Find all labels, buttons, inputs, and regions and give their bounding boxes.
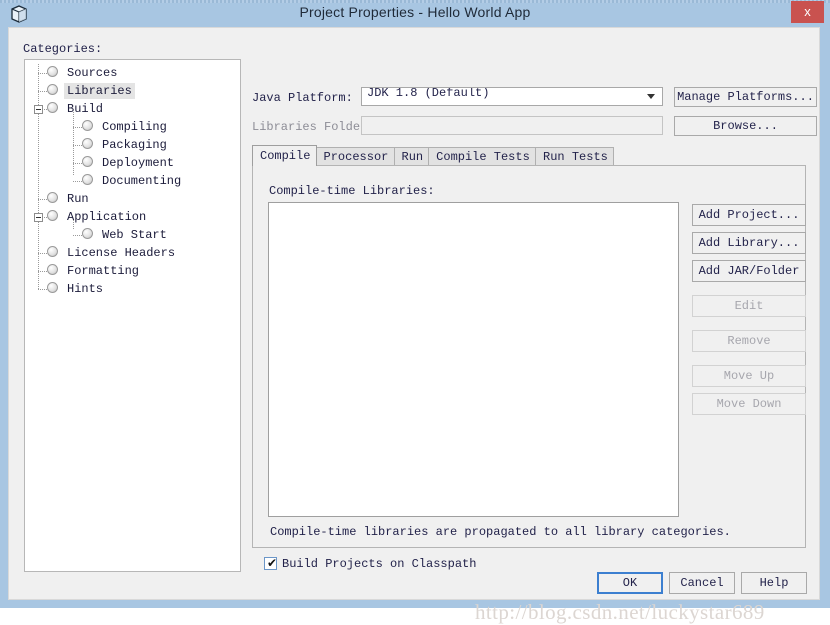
add-project-button[interactable]: Add Project... <box>692 204 806 226</box>
tree-item-label: Build <box>67 102 104 116</box>
tab-label: Run Tests <box>543 150 608 164</box>
tree-item-license-headers[interactable]: License Headers <box>47 244 178 262</box>
compile-time-libraries-label: Compile-time Libraries: <box>269 184 435 198</box>
java-platform-select[interactable]: JDK 1.8 (Default) <box>361 87 663 106</box>
tab-label: Run <box>401 150 424 164</box>
tree-item-label: Run <box>67 192 89 206</box>
ok-button[interactable]: OK <box>597 572 663 594</box>
checkbox-box: ✔ <box>264 556 278 570</box>
tab-strip: Compile Processor Run Compile Tests Run Test… <box>252 145 806 166</box>
add-jar-folder-button[interactable]: Add JAR/Folder <box>692 260 806 282</box>
tree-connector <box>73 181 82 182</box>
java-platform-value: JDK 1.8 (Default) <box>367 87 490 100</box>
tree-item-label: Compiling <box>102 120 167 134</box>
java-platform-label: Java Platform: <box>252 91 353 105</box>
tree-node-icon <box>82 120 93 132</box>
tab-run-tests[interactable]: Run Tests <box>535 147 614 165</box>
tree-item-label: Sources <box>67 66 118 80</box>
tree-expander-collapse-icon[interactable] <box>34 105 43 114</box>
dialog-client-area: Categories: Sources Libraries Build Compili… <box>8 27 820 624</box>
tree-item-packaging[interactable]: Packaging <box>82 136 170 154</box>
compile-time-libraries-list[interactable] <box>268 202 679 517</box>
tree-item-label: Packaging <box>102 138 167 152</box>
tree-expander-collapse-icon[interactable] <box>34 213 43 222</box>
cancel-button[interactable]: Cancel <box>669 572 735 594</box>
tree-connector <box>73 145 82 146</box>
tree-node-icon <box>82 138 93 150</box>
tree-item-compiling[interactable]: Compiling <box>82 118 170 136</box>
tree-item-run[interactable]: Run <box>47 190 92 208</box>
tree-item-deployment[interactable]: Deployment <box>82 154 177 172</box>
tree-node-icon <box>82 228 93 240</box>
window-title: Project Properties - Hello World App <box>299 4 531 20</box>
tree-connector <box>38 289 47 290</box>
tab-label: Compile <box>260 149 311 163</box>
tree-node-icon <box>47 282 58 294</box>
tree-node-icon <box>47 210 58 222</box>
tab-label: Compile Tests <box>436 150 530 164</box>
tree-branch-line <box>73 112 74 176</box>
tree-item-sources[interactable]: Sources <box>47 64 120 82</box>
libraries-folder-label: Libraries Folder: <box>252 120 375 134</box>
check-icon: ✔ <box>267 556 278 570</box>
categories-tree[interactable]: Sources Libraries Build Compiling Packaging D… <box>24 59 241 572</box>
tree-node-icon <box>47 102 58 114</box>
tree-item-label: Libraries <box>64 83 135 99</box>
tree-node-icon <box>47 264 58 276</box>
close-icon[interactable]: x <box>791 1 824 23</box>
tree-item-build[interactable]: Build <box>47 100 106 118</box>
libraries-folder-input[interactable] <box>361 116 663 135</box>
tree-node-icon <box>82 174 93 186</box>
title-bar-texture <box>0 0 830 3</box>
tab-compile-tests[interactable]: Compile Tests <box>428 147 537 165</box>
tree-node-icon <box>47 66 58 78</box>
tree-item-application[interactable]: Application <box>47 208 149 226</box>
tree-connector <box>73 127 82 128</box>
browse-button[interactable]: Browse... <box>674 116 817 136</box>
chevron-down-icon <box>647 94 655 99</box>
tree-connector <box>73 235 82 236</box>
tree-item-hints[interactable]: Hints <box>47 280 106 298</box>
tab-label: Processor <box>323 150 389 164</box>
tab-processor[interactable]: Processor <box>315 147 395 165</box>
manage-platforms-button[interactable]: Manage Platforms... <box>674 87 817 107</box>
add-library-button[interactable]: Add Library... <box>692 232 806 254</box>
tree-item-label: Deployment <box>102 156 175 170</box>
propagation-note: Compile-time libraries are propagated to… <box>270 525 731 539</box>
checkbox-label: Build Projects on Classpath <box>282 557 477 571</box>
tree-node-icon <box>47 84 58 96</box>
tree-connector <box>38 199 47 200</box>
tree-connector <box>38 271 47 272</box>
tree-node-icon <box>47 192 58 204</box>
tab-run[interactable]: Run <box>393 147 430 165</box>
tree-connector <box>73 163 82 164</box>
tree-item-label: Formatting <box>67 264 140 278</box>
help-button[interactable]: Help <box>741 572 807 594</box>
move-up-button: Move Up <box>692 365 806 387</box>
categories-label: Categories: <box>23 42 103 56</box>
tree-trunk-line <box>38 64 39 290</box>
tree-item-label: Web Start <box>102 228 167 242</box>
title-bar[interactable]: Project Properties - Hello World App x <box>0 0 830 27</box>
tree-item-libraries[interactable]: Libraries <box>47 82 135 100</box>
tree-item-web-start[interactable]: Web Start <box>82 226 170 244</box>
tree-item-label: Hints <box>67 282 104 296</box>
tree-item-label: Documenting <box>102 174 182 188</box>
dialog-window: Project Properties - Hello World App x C… <box>0 0 830 624</box>
move-down-button: Move Down <box>692 393 806 415</box>
tree-item-label: License Headers <box>67 246 176 260</box>
tree-connector <box>38 253 47 254</box>
tree-item-label: Application <box>67 210 147 224</box>
edit-button: Edit <box>692 295 806 317</box>
tree-item-formatting[interactable]: Formatting <box>47 262 142 280</box>
tree-connector <box>38 91 47 92</box>
tree-connector <box>38 73 47 74</box>
tree-node-icon <box>82 156 93 168</box>
tree-branch-line <box>73 220 74 230</box>
tab-compile[interactable]: Compile <box>252 145 317 166</box>
tree-node-icon <box>47 246 58 258</box>
tree-item-documenting[interactable]: Documenting <box>82 172 184 190</box>
remove-button: Remove <box>692 330 806 352</box>
watermark-text: http://blog.csdn.net/luckystar689 <box>475 600 765 624</box>
